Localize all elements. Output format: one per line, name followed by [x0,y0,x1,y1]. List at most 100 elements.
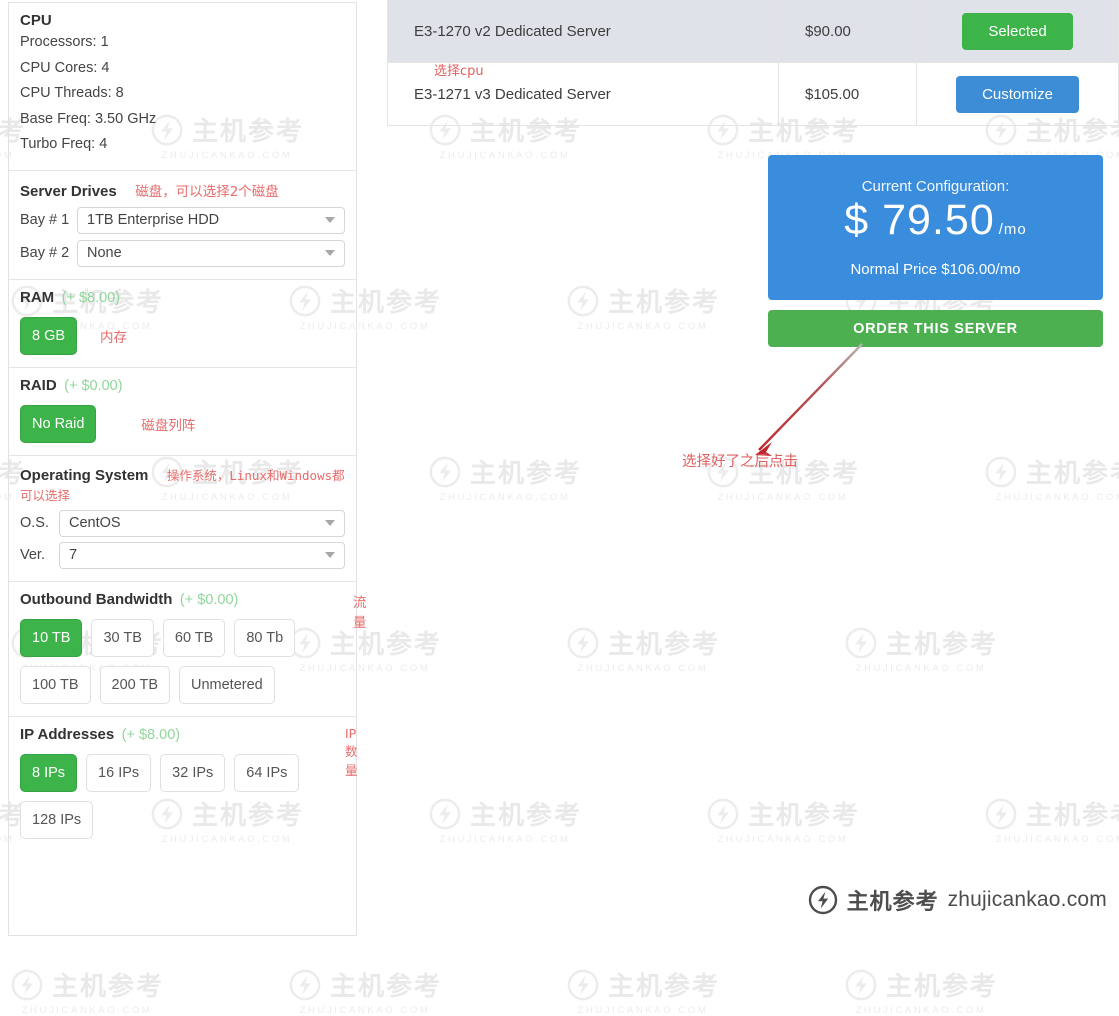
watermark-cn: 主机参考 [470,459,583,489]
lightning-circle-icon [808,885,837,915]
ip-option[interactable]: 128 IPs [20,800,94,839]
ip-option[interactable]: 16 IPs [86,753,152,792]
section-server-drives: Server Drives 磁盘，可以选择2个磁盘 Bay # 1 1TB En… [9,171,356,280]
bay-2-select[interactable]: None [77,239,345,267]
watermark-en: ZHUJICANKAO.COM [717,834,849,845]
watermark-en: ZHUJICANKAO.COM [855,663,987,674]
watermark-cn: 主机参考 [1026,459,1119,489]
raid-price: (+ $0.00) [64,377,123,394]
watermark-cn: 主机参考 [886,972,999,1002]
os-title: Operating System [20,466,149,484]
bandwidth-option[interactable]: 80 Tb [234,618,296,657]
annotation-arrow-icon [755,343,863,456]
order-this-server-button[interactable]: ORDER THIS SERVER [768,310,1103,347]
watermark: 主机参考 ZHUJICANKAO.COM [566,966,720,1016]
table-row[interactable]: E3-1270 v2 Dedicated Server $90.00 Selec… [388,0,1118,62]
watermark-en: ZHUJICANKAO.COM [439,150,571,161]
customize-button[interactable]: Customize [956,75,1079,113]
bay-1-select[interactable]: 1TB Enterprise HDD [77,206,345,234]
raid-title: RAID [20,376,57,394]
watermark-cn: 主机参考 [608,630,721,660]
current-configuration-box: Current Configuration: $ 79.50/mo Normal… [768,155,1103,300]
watermark-en: ZHUJICANKAO.COM [21,1005,153,1016]
chevron-down-icon [325,520,335,527]
section-operating-system: Operating System 操作系统，Linux和Windows都可以选择… [9,456,356,582]
os-version-row: Ver. 7 [20,541,345,569]
lightning-circle-icon [567,969,599,1000]
section-raid: RAID (+ $0.00) No Raid 磁盘列阵 [9,368,356,456]
table-row[interactable]: E3-1271 v3 Dedicated Server $105.00 Cust… [388,62,1118,125]
cpu-spec: Processors: 1 [20,34,109,50]
watermark: 主机参考 ZHUJICANKAO.COM [566,624,720,674]
watermark: 主机参考 ZHUJICANKAO.COM [288,966,442,1016]
ip-option[interactable]: 8 IPs [20,753,78,792]
section-ip-addresses: IP Addresses (+ $8.00) IP数量 8 IPs 16 IPs 3… [9,717,358,851]
os-version-select[interactable]: 7 [59,541,345,569]
os-select[interactable]: CentOS [59,509,345,537]
watermark-en: ZHUJICANKAO.COM [439,492,571,503]
chevron-down-icon [325,552,335,559]
section-cpu: CPU Processors: 1 CPU Cores: 4 CPU Threa… [9,3,356,171]
watermark-en: ZHUJICANKAO.COM [577,321,709,332]
watermark-en: ZHUJICANKAO.COM [577,1005,709,1016]
watermark: 主机参考 ZHUJICANKAO.COM [566,282,720,332]
drive-bay-row: Bay # 2 None [20,239,345,267]
lightning-circle-icon [11,969,43,1000]
cpu-title: CPU [20,12,52,29]
watermark: 主机参考 ZHUJICANKAO.COM [984,795,1119,845]
watermark: 主机参考 ZHUJICANKAO.COM [428,795,582,845]
lightning-circle-icon [289,969,321,1000]
ram-price: (+ $8.00) [61,289,121,306]
brand-cn: 主机参考 [846,890,939,915]
lightning-circle-icon [845,969,877,1000]
cpu-selection-annotation: 选择cpu [434,64,484,79]
selected-button[interactable]: Selected [962,12,1073,50]
os-value: CentOS [69,515,121,532]
watermark-en: ZHUJICANKAO.COM [299,1005,431,1016]
bandwidth-option[interactable]: Unmetered [179,665,275,704]
lightning-circle-icon [567,285,599,316]
lightning-circle-icon [985,456,1017,487]
watermark-cn: 主机参考 [748,801,861,831]
watermark: 主机参考 ZHUJICANKAO.COM [428,453,582,503]
watermark-en: ZHUJICANKAO.COM [717,492,849,503]
watermark: 主机参考 ZHUJICANKAO.COM [10,966,164,1016]
bandwidth-price: (+ $0.00) [179,591,239,608]
server-name: E3-1270 v2 Dedicated Server [414,22,611,40]
server-action-cell: Selected [916,0,1118,62]
watermark-cn: 主机参考 [608,972,721,1002]
server-action-cell: Customize [916,63,1118,125]
bandwidth-option[interactable]: 30 TB [91,618,154,657]
bandwidth-option[interactable]: 200 TB [99,665,170,704]
cpu-spec: Base Freq: 3.50 GHz [20,110,157,127]
chevron-down-icon [325,250,335,257]
server-drives-title: Server Drives [20,182,117,200]
section-ram: RAM (+ $8.00) 8 GB 内存 [9,280,356,368]
ip-price: (+ $8.00) [121,726,181,743]
watermark: 主机参考 ZHUJICANKAO.COM [844,624,998,674]
cpu-spec: Turbo Freq: 4 [20,136,108,153]
server-price: $105.00 [778,63,916,125]
ip-annotation: IP数量 [345,725,358,778]
ram-option-8gb[interactable]: 8 GB [20,316,78,355]
section-outbound-bandwidth: Outbound Bandwidth (+ $0.00) 流量 10 TB 30 … [9,582,367,717]
bandwidth-option[interactable]: 10 TB [20,618,83,657]
config-amount: 79.50 [882,195,995,244]
server-configurator-panel: CPU Processors: 1 CPU Cores: 4 CPU Threa… [8,2,367,936]
ram-annotation: 内存 [100,329,128,346]
lightning-circle-icon [429,456,461,487]
drive-bay-row: Bay # 1 1TB Enterprise HDD [20,206,345,234]
watermark-en: ZHUJICANKAO.COM [995,834,1119,845]
os-version-label: Ver. [20,547,45,564]
bandwidth-option[interactable]: 100 TB [20,665,91,704]
bandwidth-option[interactable]: 60 TB [162,618,226,657]
server-name: E3-1271 v3 Dedicated Server [414,85,611,103]
brand-en: zhujicankao.com [947,888,1107,911]
os-field-row: O.S. CentOS [20,509,345,537]
config-normal-price: Normal Price $106.00/mo [850,260,1021,278]
bandwidth-title: Outbound Bandwidth [20,590,173,608]
raid-option-no-raid[interactable]: No Raid [20,404,97,443]
ip-option[interactable]: 64 IPs [234,753,300,792]
ram-options: 8 GB 内存 [20,316,345,355]
ip-option[interactable]: 32 IPs [160,753,226,792]
